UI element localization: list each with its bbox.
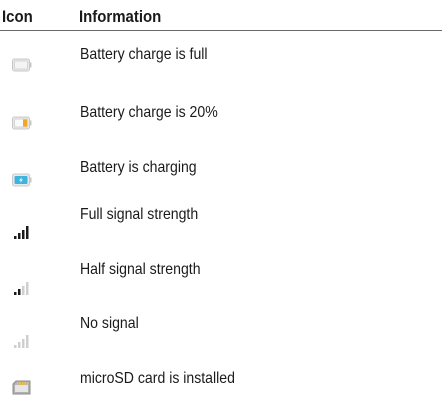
battery-full-icon bbox=[12, 58, 34, 74]
status-icon-table: Icon Information Battery charge is full … bbox=[0, 0, 442, 395]
table-row: Battery charge is full bbox=[0, 36, 442, 90]
row-information: microSD card is installed bbox=[80, 370, 235, 387]
row-information: Battery charge is 20% bbox=[80, 104, 218, 121]
row-information: No signal bbox=[80, 315, 139, 332]
table-row: Half signal strength bbox=[0, 260, 442, 314]
row-information: Battery is charging bbox=[80, 159, 197, 176]
column-header-icon: Icon bbox=[2, 7, 33, 26]
battery-20-icon bbox=[12, 116, 34, 132]
battery-charging-icon bbox=[12, 173, 34, 189]
signal-full-icon bbox=[14, 225, 36, 241]
table-row: Battery charge is 20% bbox=[0, 93, 442, 147]
table-row: Battery is charging bbox=[0, 150, 442, 204]
row-information: Half signal strength bbox=[80, 261, 201, 278]
signal-none-icon bbox=[14, 334, 36, 350]
table-row: microSD card is installed bbox=[0, 358, 442, 402]
table-row: Full signal strength bbox=[0, 205, 442, 259]
table-header: Icon Information bbox=[0, 0, 442, 31]
signal-half-icon bbox=[14, 281, 36, 297]
row-information: Full signal strength bbox=[80, 206, 199, 223]
row-information: Battery charge is full bbox=[80, 46, 208, 63]
column-header-information: Information bbox=[79, 7, 162, 26]
microsd-card-icon bbox=[12, 380, 34, 396]
